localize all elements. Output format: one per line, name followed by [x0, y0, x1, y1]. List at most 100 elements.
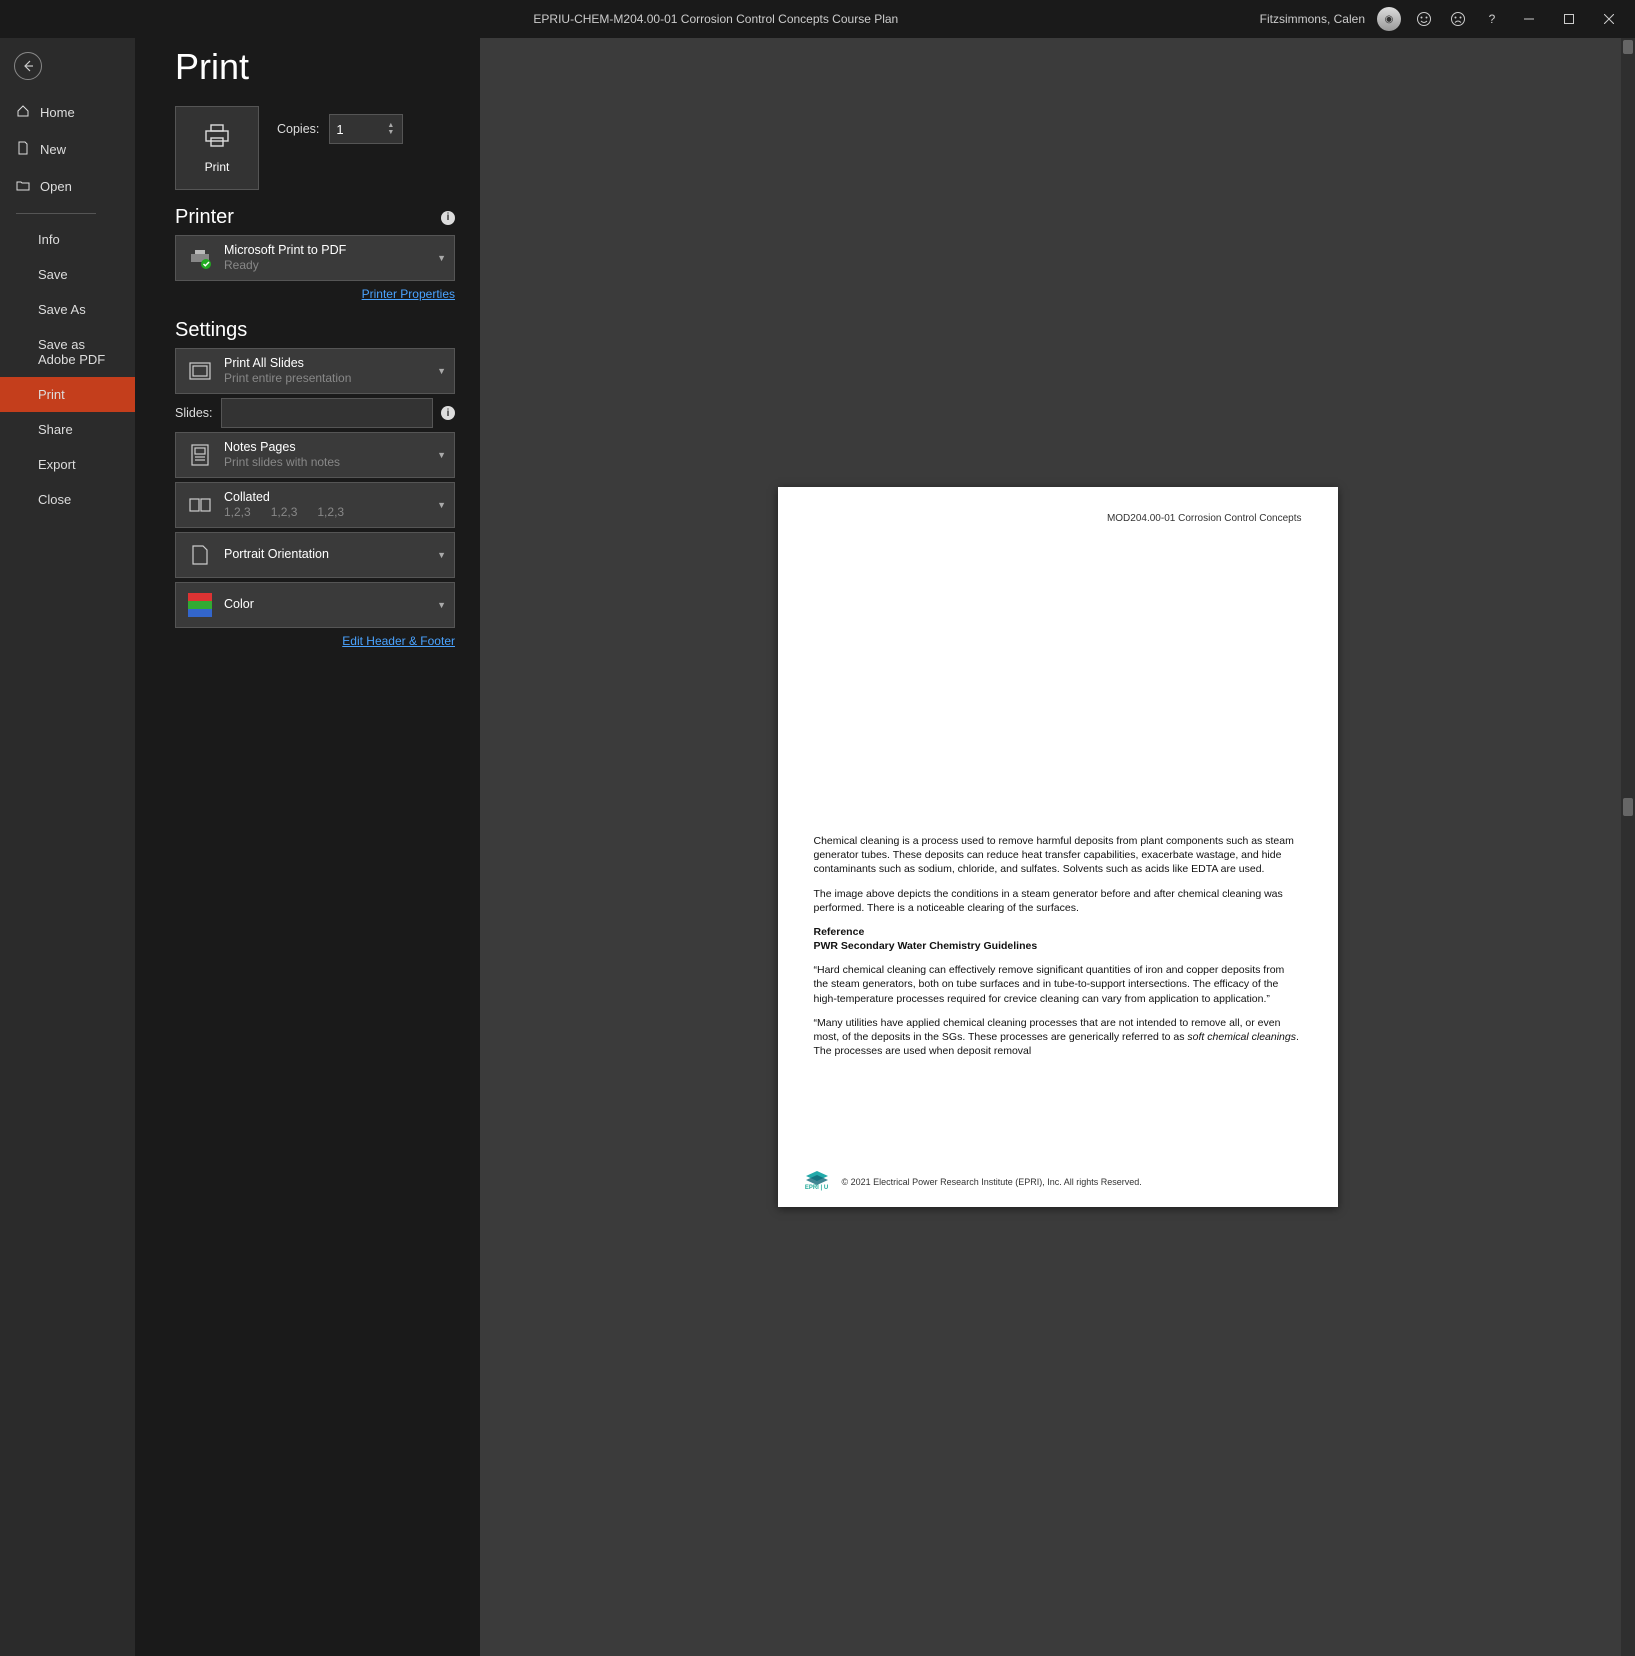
slides-input[interactable]	[221, 398, 433, 428]
preview-quote: “Many utilities have applied chemical cl…	[814, 1016, 1302, 1059]
page-title: Print	[175, 46, 455, 88]
preview-ref-title: Reference	[814, 925, 1302, 939]
nav-new[interactable]: New	[0, 131, 135, 168]
nav-label: Save As	[38, 302, 86, 317]
preview-paragraph: The image above depicts the conditions i…	[814, 887, 1302, 915]
printer-ready-icon	[186, 244, 214, 272]
setting-line2: Print entire presentation	[224, 371, 351, 386]
preview-paragraph: Chemical cleaning is a process used to r…	[814, 834, 1302, 877]
setting-line1: Notes Pages	[224, 440, 340, 456]
chevron-down-icon: ▼	[437, 253, 446, 263]
chevron-down-icon: ▼	[437, 500, 446, 510]
print-layout-dropdown[interactable]: Notes Pages Print slides with notes ▼	[175, 432, 455, 478]
epri-logo-icon: EPRI | U	[802, 1171, 832, 1193]
nav-open[interactable]: Open	[0, 168, 135, 205]
setting-line1: Portrait Orientation	[224, 547, 329, 563]
nav-home[interactable]: Home	[0, 94, 135, 131]
chevron-down-icon: ▼	[437, 600, 446, 610]
section-label: Printer	[175, 206, 234, 229]
color-dropdown[interactable]: Color ▼	[175, 582, 455, 628]
preview-footer: EPRI | U © 2021 Electrical Power Researc…	[802, 1171, 1314, 1193]
printer-name: Microsoft Print to PDF	[224, 243, 346, 259]
scroll-up-button[interactable]	[1623, 40, 1633, 54]
close-button[interactable]	[1595, 8, 1623, 30]
back-button[interactable]	[14, 52, 42, 80]
portrait-icon	[186, 541, 214, 569]
spinner-arrows[interactable]: ▲▼	[387, 114, 399, 144]
setting-line1: Print All Slides	[224, 356, 351, 372]
title-bar: EPRIU-CHEM-M204.00-01 Corrosion Control …	[0, 0, 1635, 38]
nav-label: Home	[40, 105, 75, 120]
info-icon[interactable]: i	[441, 211, 455, 225]
nav-label: Info	[38, 232, 60, 247]
slides-icon	[186, 357, 214, 385]
frown-icon[interactable]	[1447, 8, 1469, 30]
nav-export[interactable]: Export	[0, 447, 135, 482]
collate-dropdown[interactable]: Collated 1,2,3 1,2,3 1,2,3 ▼	[175, 482, 455, 528]
orientation-dropdown[interactable]: Portrait Orientation ▼	[175, 532, 455, 578]
document-icon	[16, 141, 30, 158]
smile-icon[interactable]	[1413, 8, 1435, 30]
settings-section-title: Settings	[175, 319, 455, 342]
nav-save-adobe-pdf[interactable]: Save as Adobe PDF	[0, 327, 135, 377]
print-preview-area: MOD204.00-01 Corrosion Control Concepts …	[480, 38, 1635, 1656]
nav-save-as[interactable]: Save As	[0, 292, 135, 327]
notes-page-icon	[186, 441, 214, 469]
user-name: Fitzsimmons, Calen	[1260, 12, 1365, 26]
help-icon[interactable]: ?	[1481, 8, 1503, 30]
minimize-button[interactable]	[1515, 8, 1543, 30]
home-icon	[16, 104, 30, 121]
setting-line2: Print slides with notes	[224, 455, 340, 470]
copies-control: Copies: ▲▼	[277, 114, 403, 144]
nav-print[interactable]: Print	[0, 377, 135, 412]
setting-line1: Color	[224, 597, 254, 613]
print-button-label: Print	[205, 160, 230, 174]
titlebar-right: Fitzsimmons, Calen ◉ ?	[1260, 7, 1623, 31]
scroll-thumb[interactable]	[1623, 798, 1633, 816]
printer-icon	[203, 123, 231, 152]
section-label: Settings	[175, 319, 247, 342]
print-settings-panel: Print Print Copies: ▲▼ Printer	[135, 38, 480, 1656]
copies-label: Copies:	[277, 122, 319, 136]
slides-label: Slides:	[175, 406, 213, 420]
preview-scrollbar[interactable]	[1621, 38, 1635, 1656]
nav-label: New	[40, 142, 66, 157]
chevron-down-icon: ▼	[437, 550, 446, 560]
preview-header: MOD204.00-01 Corrosion Control Concepts	[814, 513, 1302, 524]
setting-line1: Collated	[224, 490, 344, 506]
printer-properties-link[interactable]: Printer Properties	[362, 287, 455, 301]
nav-info[interactable]: Info	[0, 222, 135, 257]
user-avatar[interactable]: ◉	[1377, 7, 1401, 31]
folder-open-icon	[16, 178, 30, 195]
print-button[interactable]: Print	[175, 106, 259, 190]
printer-status: Ready	[224, 258, 346, 273]
nav-label: Open	[40, 179, 72, 194]
preview-ref-sub: PWR Secondary Water Chemistry Guidelines	[814, 939, 1302, 953]
edit-header-footer-link[interactable]: Edit Header & Footer	[342, 634, 455, 648]
chevron-down-icon: ▼	[437, 450, 446, 460]
preview-page: MOD204.00-01 Corrosion Control Concepts …	[778, 487, 1338, 1207]
nav-label: Export	[38, 457, 76, 472]
nav-close[interactable]: Close	[0, 482, 135, 517]
preview-quote: “Hard chemical cleaning can effectively …	[814, 963, 1302, 1006]
nav-separator	[16, 213, 96, 214]
info-icon[interactable]: i	[441, 406, 455, 420]
nav-label: Save	[38, 267, 68, 282]
print-range-dropdown[interactable]: Print All Slides Print entire presentati…	[175, 348, 455, 394]
maximize-button[interactable]	[1555, 8, 1583, 30]
nav-label: Save as Adobe PDF	[38, 337, 119, 367]
nav-save[interactable]: Save	[0, 257, 135, 292]
collate-icon	[186, 491, 214, 519]
printer-dropdown[interactable]: Microsoft Print to PDF Ready ▼	[175, 235, 455, 281]
preview-copyright: © 2021 Electrical Power Research Institu…	[842, 1177, 1142, 1187]
nav-label: Print	[38, 387, 65, 402]
backstage-sidebar: Home New Open Info Save Save As Save as …	[0, 38, 135, 1656]
printer-section-title: Printer i	[175, 206, 455, 229]
color-icon	[186, 591, 214, 619]
document-title: EPRIU-CHEM-M204.00-01 Corrosion Control …	[172, 12, 1260, 26]
nav-label: Share	[38, 422, 73, 437]
nav-share[interactable]: Share	[0, 412, 135, 447]
chevron-down-icon: ▼	[437, 366, 446, 376]
setting-line2: 1,2,3 1,2,3 1,2,3	[224, 505, 344, 520]
nav-label: Close	[38, 492, 71, 507]
